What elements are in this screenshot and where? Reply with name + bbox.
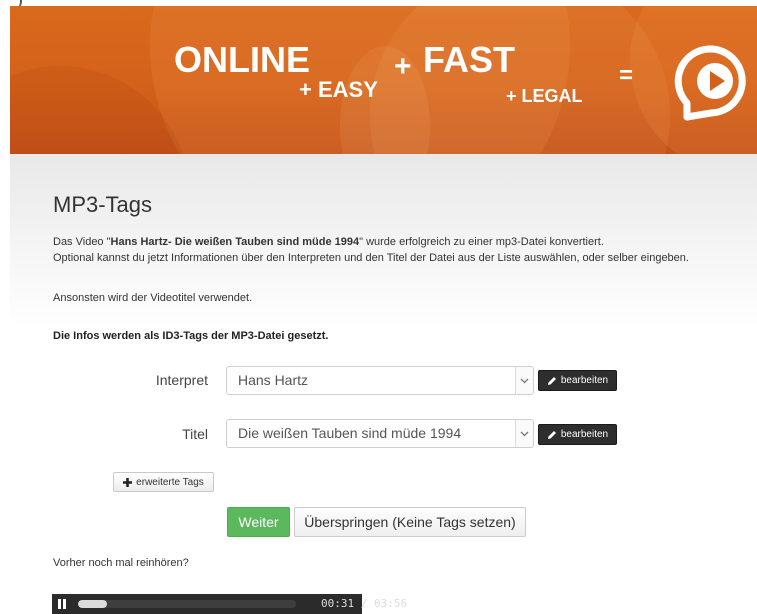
edit-titel-label: bearbeiten — [560, 429, 609, 440]
message-prefix: Das Video " — [53, 236, 111, 248]
skip-button[interactable]: Überspringen (Keine Tags setzen) — [294, 507, 526, 537]
plus-icon — [123, 477, 133, 487]
current-time: 00:31 — [321, 597, 355, 610]
titel-select[interactable]: Die weißen Tauben sind müde 1994 — [226, 419, 534, 448]
pencil-icon — [547, 376, 556, 385]
extended-tags-label: erweiterte Tags — [136, 476, 204, 488]
pencil-icon — [547, 430, 556, 439]
titel-value: Die weißen Tauben sind müde 1994 — [238, 425, 462, 441]
slogan-equals: = — [619, 62, 634, 89]
page-title: MP3-Tags — [53, 192, 153, 217]
progress-track[interactable] — [78, 600, 296, 608]
fallback-info-text: Ansonsten wird der Videotitel verwendet. — [53, 292, 253, 304]
interpret-select[interactable]: Hans Hartz — [226, 366, 534, 395]
weiter-button[interactable]: Weiter — [227, 507, 290, 537]
play-circle-icon — [674, 45, 746, 121]
slogan-easy: + EASY — [299, 77, 378, 102]
slogan-fast: FAST — [423, 39, 516, 80]
page: ONLINE + EASY + FAST + LEGAL = MP3-Tags … — [0, 0, 757, 614]
edit-titel-button[interactable]: bearbeiten — [538, 424, 617, 445]
video-title: Hans Hartz- Die weißen Tauben sind müde … — [110, 236, 360, 248]
interpret-label: Interpret — [155, 372, 208, 388]
message-suffix: " wurde erfolgreich zu einer mp3-Datei k… — [359, 236, 604, 248]
header-banner: ONLINE + EASY + FAST + LEGAL = — [10, 6, 757, 154]
conversion-message: Das Video "Hans Hartz- Die weißen Tauben… — [53, 234, 743, 250]
time-display: 00:31 / 03:56 — [321, 597, 407, 610]
time-separator: / — [360, 597, 368, 610]
extended-tags-button[interactable]: erweiterte Tags — [113, 472, 214, 492]
preview-hint: Vorher noch mal reinhören? — [53, 557, 189, 569]
chevron-down-icon[interactable] — [515, 367, 533, 394]
optional-info-text: Optional kannst du jetzt Informationen ü… — [53, 252, 689, 264]
progress-fill — [78, 600, 107, 608]
pause-icon[interactable] — [58, 599, 68, 609]
chevron-down-icon[interactable] — [515, 420, 533, 447]
interpret-value: Hans Hartz — [238, 372, 309, 388]
total-time: 03:56 — [374, 597, 408, 610]
audio-player: 00:31 / 03:56 — [52, 594, 407, 614]
slogan-plus: + — [394, 50, 412, 83]
id3-info-text: Die Infos werden als ID3-Tags der MP3-Da… — [53, 330, 329, 342]
edit-interpret-button[interactable]: bearbeiten — [538, 370, 617, 391]
titel-label: Titel — [182, 426, 208, 442]
slogan-online: ONLINE — [174, 39, 311, 80]
slogan-legal: + LEGAL — [506, 86, 583, 106]
edit-interpret-label: bearbeiten — [560, 375, 609, 386]
